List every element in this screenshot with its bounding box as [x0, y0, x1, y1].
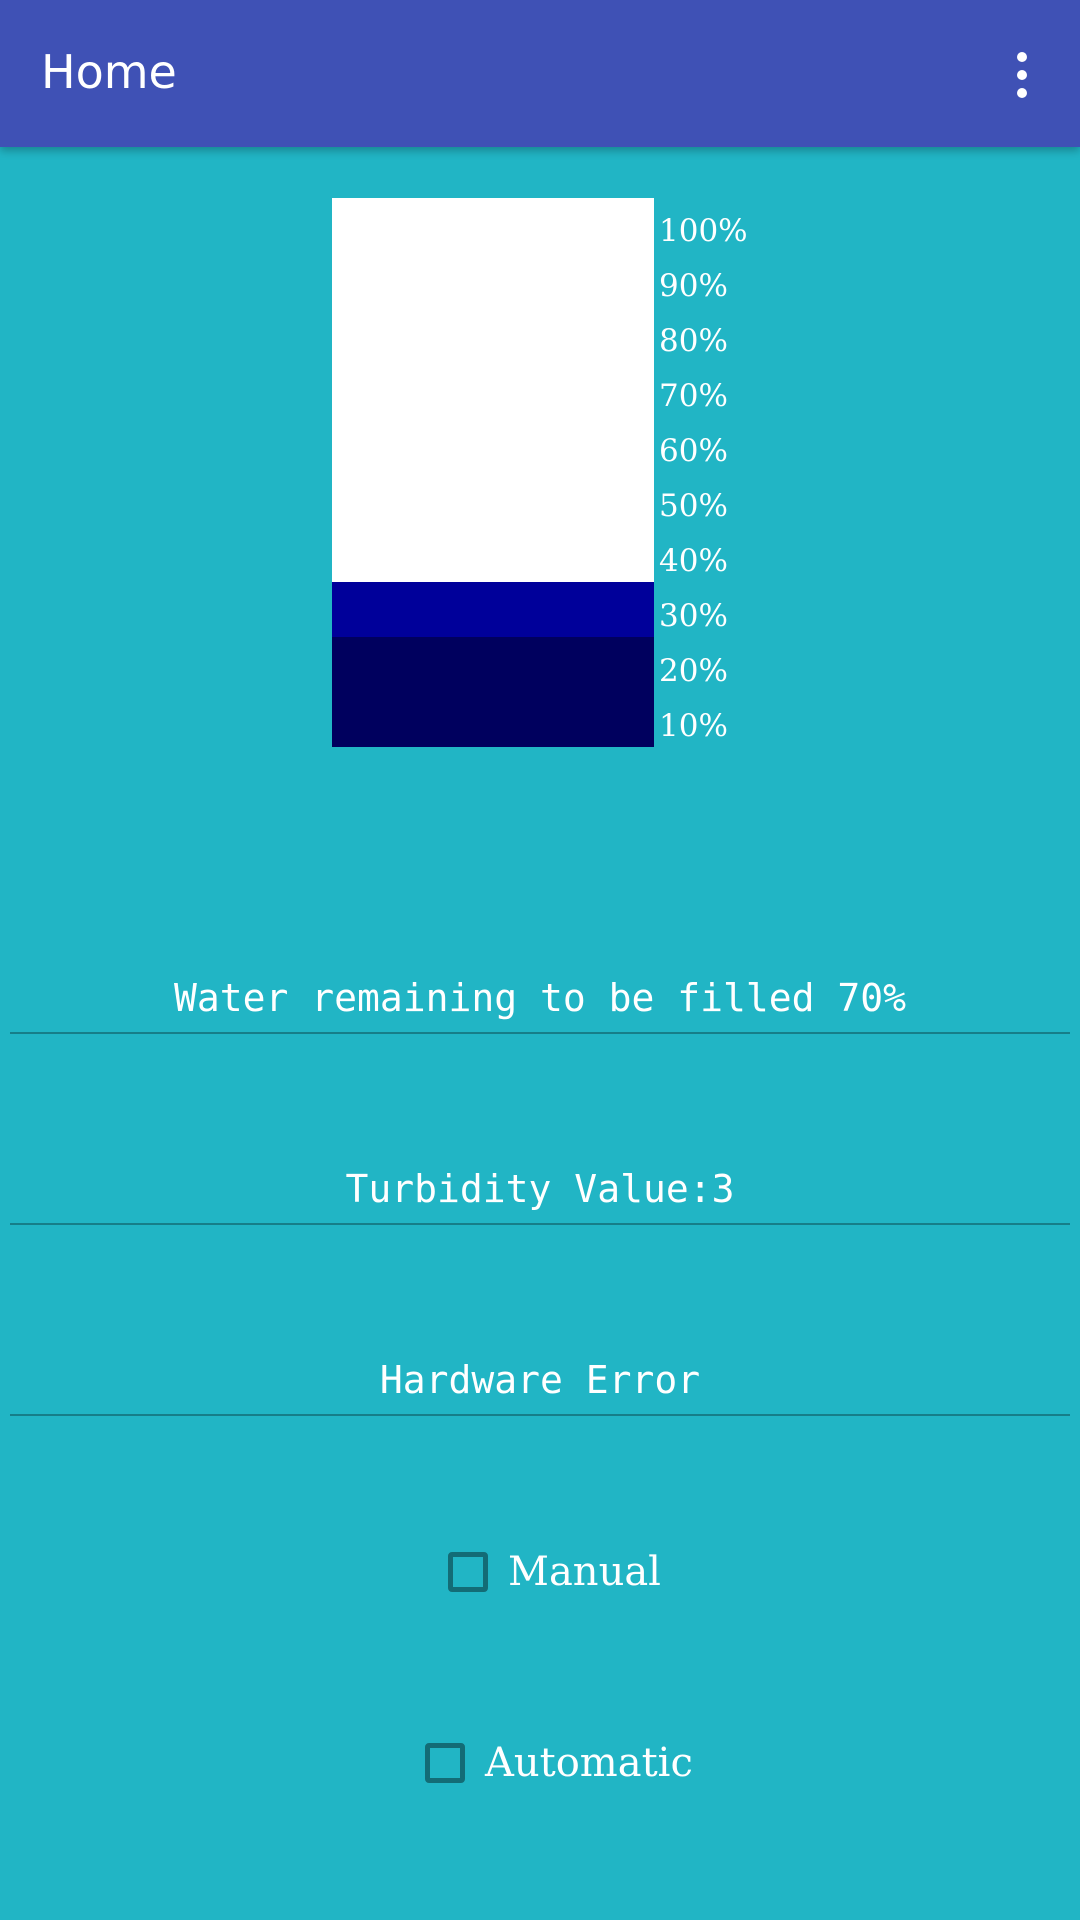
app-bar: Home: [0, 0, 1080, 147]
scale-label-30: 30%: [659, 598, 728, 634]
scale-label-100: 100%: [659, 213, 748, 249]
scale-label-60: 60%: [659, 433, 728, 469]
menu-dot: [1017, 52, 1027, 62]
hardware-status-text: Hardware Error: [379, 1358, 701, 1402]
tank-level-low: [332, 637, 654, 747]
water-remaining-field[interactable]: Water remaining to be filled 70%: [10, 970, 1070, 1034]
turbidity-field[interactable]: Turbidity Value:3: [10, 1161, 1070, 1225]
page-title: Home: [41, 45, 177, 99]
automatic-checkbox[interactable]: Automatic: [425, 1733, 693, 1793]
manual-label: Manual: [508, 1549, 661, 1595]
automatic-checkbox-box[interactable]: [425, 1743, 465, 1783]
menu-dot: [1017, 88, 1027, 98]
tank-level-mid: [332, 582, 654, 638]
scale-label-70: 70%: [659, 378, 728, 414]
scale-label-50: 50%: [659, 488, 728, 524]
manual-checkbox[interactable]: Manual: [448, 1542, 661, 1602]
scale-label-80: 80%: [659, 323, 728, 359]
water-tank-gauge: [332, 198, 654, 747]
scale-label-90: 90%: [659, 268, 728, 304]
more-vert-icon[interactable]: [992, 40, 1052, 110]
menu-dot: [1017, 70, 1027, 80]
scale-label-20: 20%: [659, 653, 728, 689]
scale-label-10: 10%: [659, 708, 728, 744]
turbidity-text: Turbidity Value:3: [345, 1167, 735, 1211]
manual-checkbox-box[interactable]: [448, 1552, 488, 1592]
automatic-label: Automatic: [485, 1740, 693, 1786]
scale-label-40: 40%: [659, 543, 728, 579]
water-remaining-text: Water remaining to be filled 70%: [173, 976, 907, 1020]
hardware-status-field[interactable]: Hardware Error: [10, 1352, 1070, 1416]
